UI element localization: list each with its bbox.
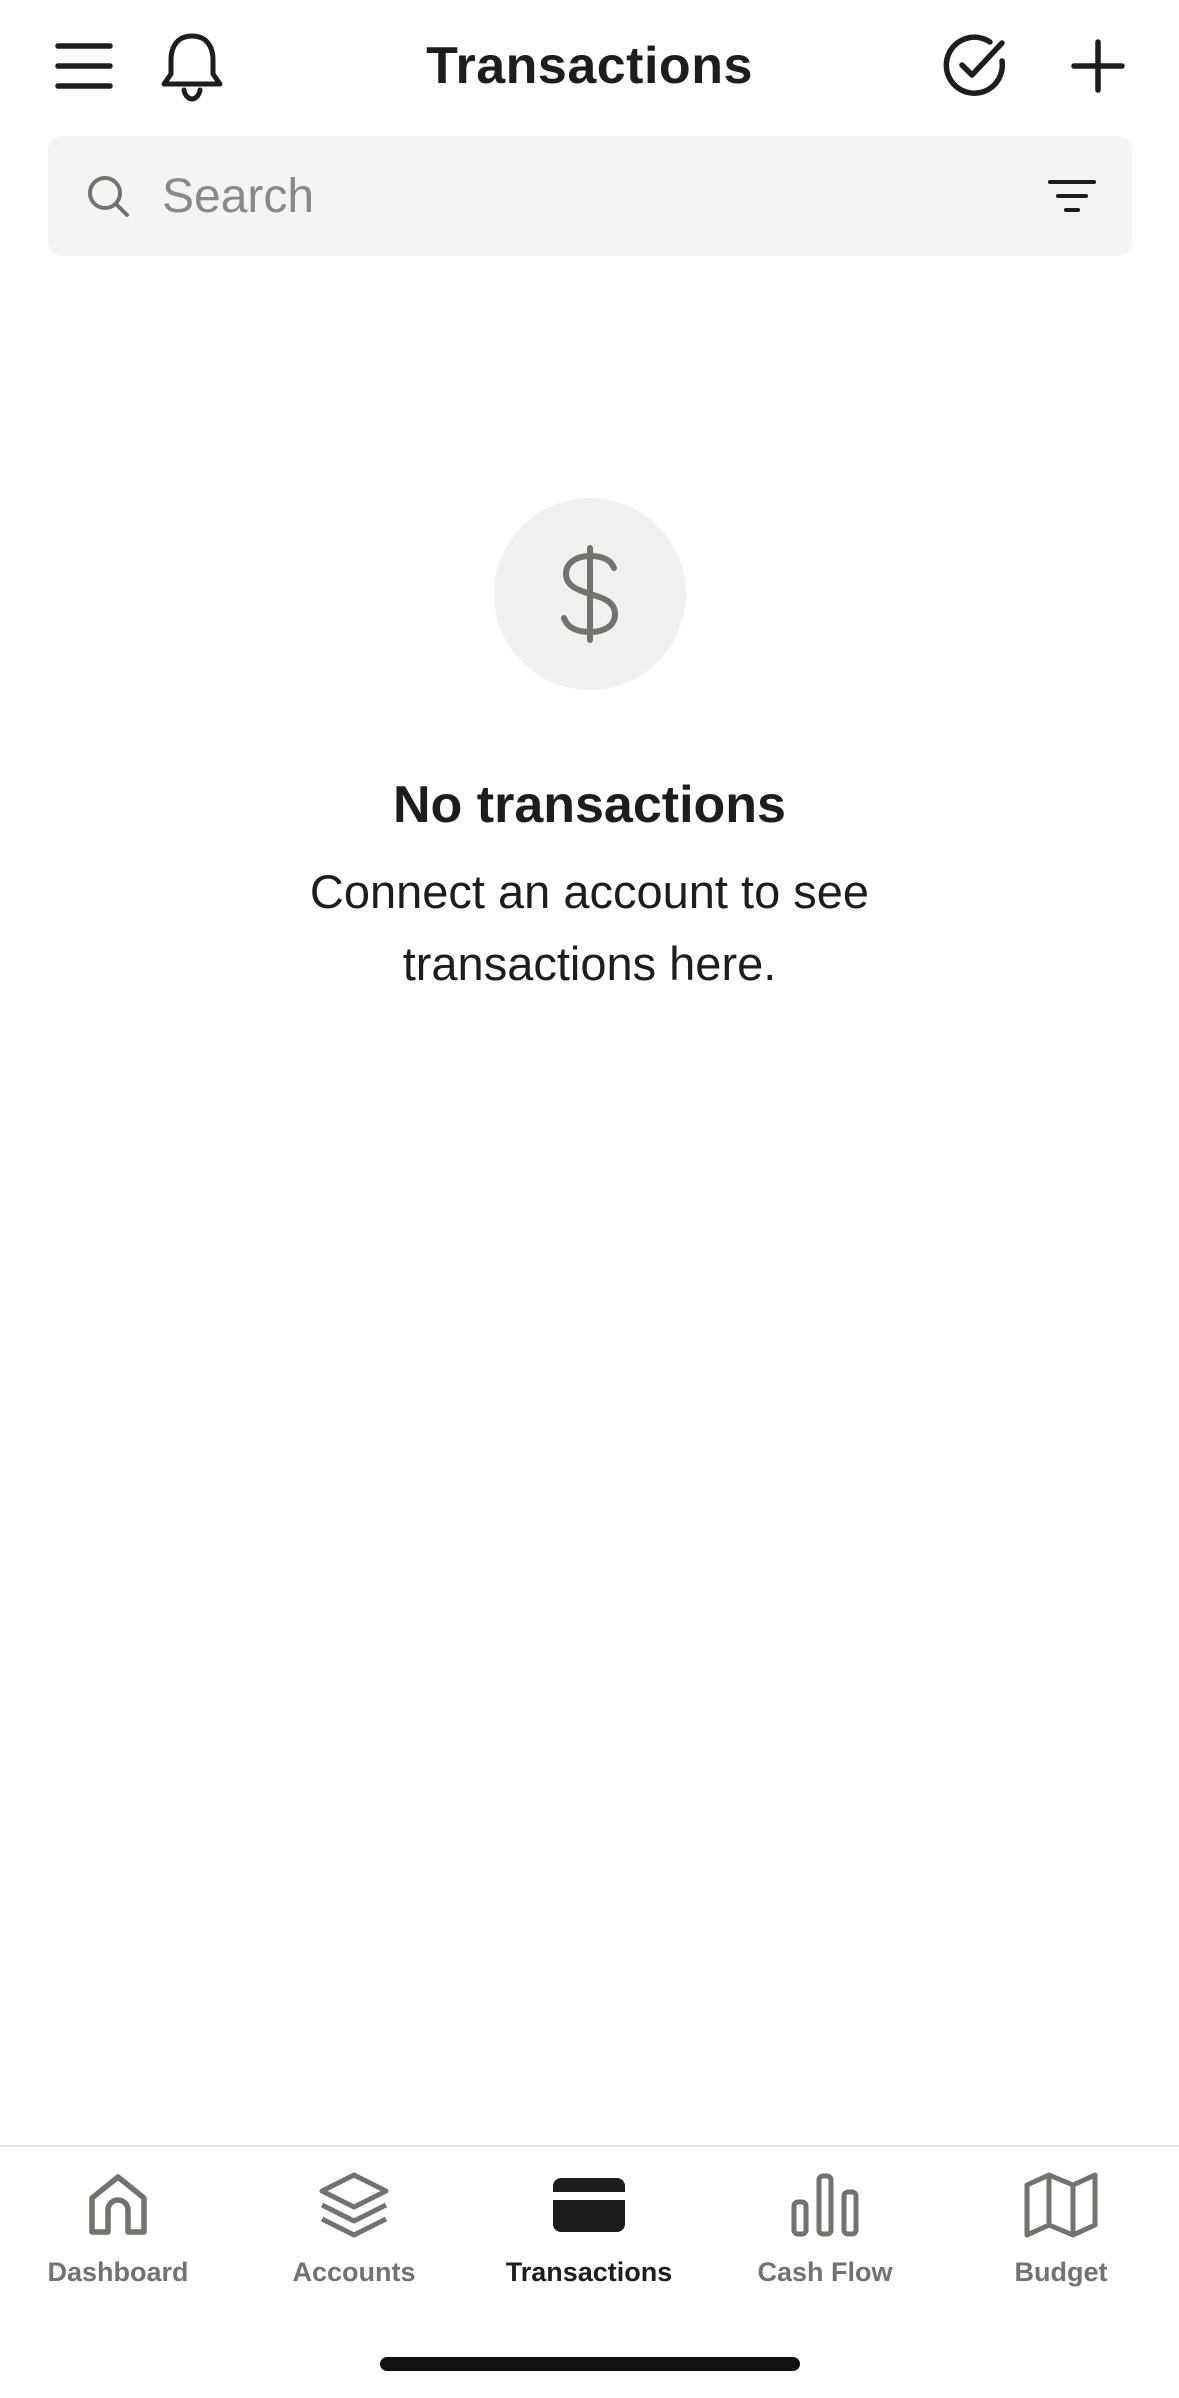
credit-card-icon bbox=[551, 2167, 627, 2243]
tab-accounts[interactable]: Accounts bbox=[236, 2167, 472, 2307]
home-icon bbox=[80, 2167, 156, 2243]
check-circle-icon bbox=[943, 34, 1006, 96]
review-button[interactable] bbox=[931, 22, 1019, 110]
tab-budget[interactable]: Budget bbox=[943, 2167, 1179, 2307]
layers-icon bbox=[316, 2167, 392, 2243]
empty-state-message: Connect an account to see transactions h… bbox=[309, 865, 870, 990]
dollar-icon bbox=[561, 545, 618, 643]
filter-button[interactable] bbox=[1042, 166, 1102, 226]
filter-icon bbox=[1048, 180, 1096, 212]
top-app-bar: Transactions bbox=[0, 0, 1179, 132]
empty-state-title: No transactions bbox=[393, 776, 786, 834]
tab-label: Transactions bbox=[505, 2257, 673, 2287]
tab-label: Accounts bbox=[292, 2257, 416, 2287]
search-input[interactable] bbox=[162, 156, 1022, 236]
add-transaction-button[interactable] bbox=[1054, 22, 1142, 110]
tab-cash-flow[interactable]: Cash Flow bbox=[707, 2167, 943, 2307]
tab-dashboard[interactable]: Dashboard bbox=[0, 2167, 236, 2307]
search-icon bbox=[84, 172, 132, 220]
home-indicator bbox=[380, 2357, 800, 2371]
empty-state-badge bbox=[494, 498, 686, 690]
map-icon bbox=[1023, 2167, 1099, 2243]
plus-icon bbox=[1071, 39, 1125, 93]
tab-label: Cash Flow bbox=[757, 2257, 893, 2287]
search-bar[interactable] bbox=[48, 136, 1132, 256]
tab-label: Budget bbox=[1014, 2257, 1108, 2287]
tab-transactions[interactable]: Transactions bbox=[471, 2167, 707, 2307]
tab-label: Dashboard bbox=[47, 2257, 189, 2287]
bar-chart-icon bbox=[787, 2167, 863, 2243]
